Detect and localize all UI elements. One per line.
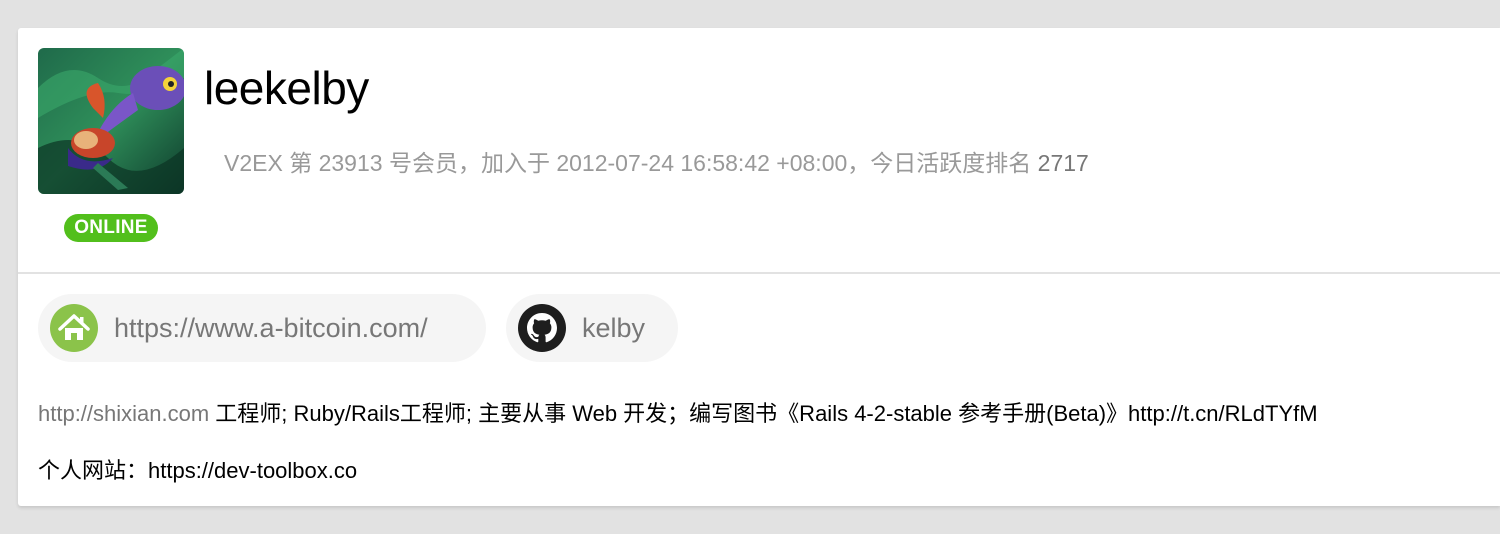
- section-divider: [18, 272, 1500, 274]
- github-username-text: kelby: [582, 312, 646, 343]
- github-icon: [518, 304, 566, 352]
- bio-link[interactable]: http://shixian.com: [38, 401, 209, 426]
- home-icon: [50, 304, 98, 352]
- github-link[interactable]: kelby: [506, 294, 678, 362]
- bio-text: 工程师; Ruby/Rails工程师; 主要从事 Web 开发；编写图书《Rai…: [209, 401, 1318, 426]
- homepage-link-text: https://www.a-bitcoin.com/: [114, 312, 428, 343]
- member-info-line: V2EX 第 23913 号会员，加入于 2012-07-24 16:58:42…: [224, 148, 1089, 178]
- member-info-text: V2EX 第 23913 号会员，加入于 2012-07-24 16:58:42…: [224, 150, 1038, 176]
- avatar[interactable]: [38, 48, 184, 194]
- activity-rank-value: 2717: [1037, 150, 1089, 176]
- online-status-badge: ONLINE: [64, 214, 158, 242]
- bio-line: http://shixian.com 工程师; Ruby/Rails工程师; 主…: [38, 399, 1318, 429]
- username-heading: leekelby: [204, 62, 369, 114]
- member-profile-card: ONLINE leekelby V2EX 第 23913 号会员，加入于 201…: [18, 28, 1500, 506]
- homepage-link[interactable]: https://www.a-bitcoin.com/: [38, 294, 486, 362]
- personal-website-line: 个人网站：https://dev-toolbox.co: [38, 458, 358, 483]
- avatar-image: [38, 48, 184, 194]
